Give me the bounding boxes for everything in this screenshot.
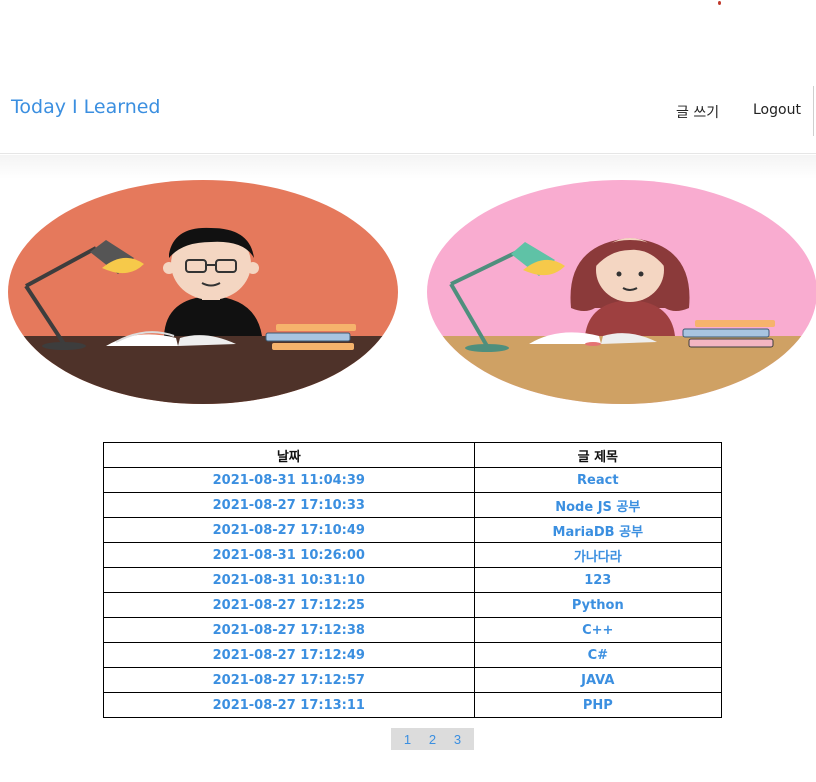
post-date[interactable]: 2021-08-27 17:10:49 [103, 517, 475, 543]
post-date[interactable]: 2021-08-27 17:12:38 [103, 617, 475, 643]
table-row: 2021-08-27 17:12:25 Python [103, 592, 723, 618]
post-title[interactable]: Python [473, 592, 723, 618]
table-row: 2021-08-27 17:12:57 JAVA [103, 667, 723, 693]
write-post-link[interactable]: 글 쓰기 [676, 102, 719, 122]
table-row: 2021-08-27 17:10:49 MariaDB 공부 [103, 517, 723, 543]
page-link-3[interactable]: 3 [454, 732, 461, 747]
post-title[interactable]: PHP [473, 692, 723, 718]
post-date[interactable]: 2021-08-31 10:26:00 [103, 542, 475, 568]
post-date[interactable]: 2021-08-27 17:12:57 [103, 667, 475, 693]
post-title[interactable]: JAVA [473, 667, 723, 693]
page: Today I Learned 글 쓰기 Logout 날짜 글 제목 2021… [0, 0, 816, 782]
page-link-1[interactable]: 1 [404, 732, 411, 747]
brand-link[interactable]: Today I Learned [11, 96, 161, 118]
page-link-2[interactable]: 2 [429, 732, 436, 747]
post-date[interactable]: 2021-08-27 17:12:49 [103, 642, 475, 668]
table-row: 2021-08-27 17:12:49 C# [103, 642, 723, 668]
pagination: 1 2 3 [391, 728, 474, 750]
boy-studying-illustration [6, 178, 400, 406]
table-row: 2021-08-31 11:04:39 React [103, 467, 723, 493]
post-title[interactable]: C# [473, 642, 723, 668]
date-column-header: 날짜 [103, 442, 475, 468]
logout-link[interactable]: Logout [753, 102, 801, 118]
post-date[interactable]: 2021-08-31 10:31:10 [103, 567, 475, 593]
post-date[interactable]: 2021-08-27 17:12:25 [103, 592, 475, 618]
nav-divider [813, 86, 814, 136]
table-row: 2021-08-31 10:31:10 123 [103, 567, 723, 593]
post-date[interactable]: 2021-08-27 17:13:11 [103, 692, 475, 718]
girl-studying-illustration [425, 178, 816, 406]
table-row: 2021-08-27 17:10:33 Node JS 공부 [103, 492, 723, 518]
posts-table: 날짜 글 제목 2021-08-31 11:04:39 React 2021-0… [103, 442, 723, 718]
navbar: Today I Learned 글 쓰기 Logout [0, 64, 816, 154]
girl-studying-image [427, 180, 816, 404]
red-dot-marker [718, 1, 721, 5]
table-row: 2021-08-31 10:26:00 가나다라 [103, 542, 723, 568]
table-header-row: 날짜 글 제목 [103, 442, 723, 468]
post-date[interactable]: 2021-08-31 11:04:39 [103, 467, 475, 493]
post-title[interactable]: MariaDB 공부 [473, 517, 723, 543]
header-shadow [0, 155, 816, 179]
boy-studying-image [8, 180, 398, 404]
table-row: 2021-08-27 17:13:11 PHP [103, 692, 723, 718]
post-title[interactable]: 가나다라 [473, 542, 723, 568]
table-row: 2021-08-27 17:12:38 C++ [103, 617, 723, 643]
post-title[interactable]: React [473, 467, 723, 493]
title-column-header: 글 제목 [473, 442, 723, 468]
post-title[interactable]: C++ [473, 617, 723, 643]
post-title[interactable]: 123 [473, 567, 723, 593]
post-date[interactable]: 2021-08-27 17:10:33 [103, 492, 475, 518]
post-title[interactable]: Node JS 공부 [473, 492, 723, 518]
